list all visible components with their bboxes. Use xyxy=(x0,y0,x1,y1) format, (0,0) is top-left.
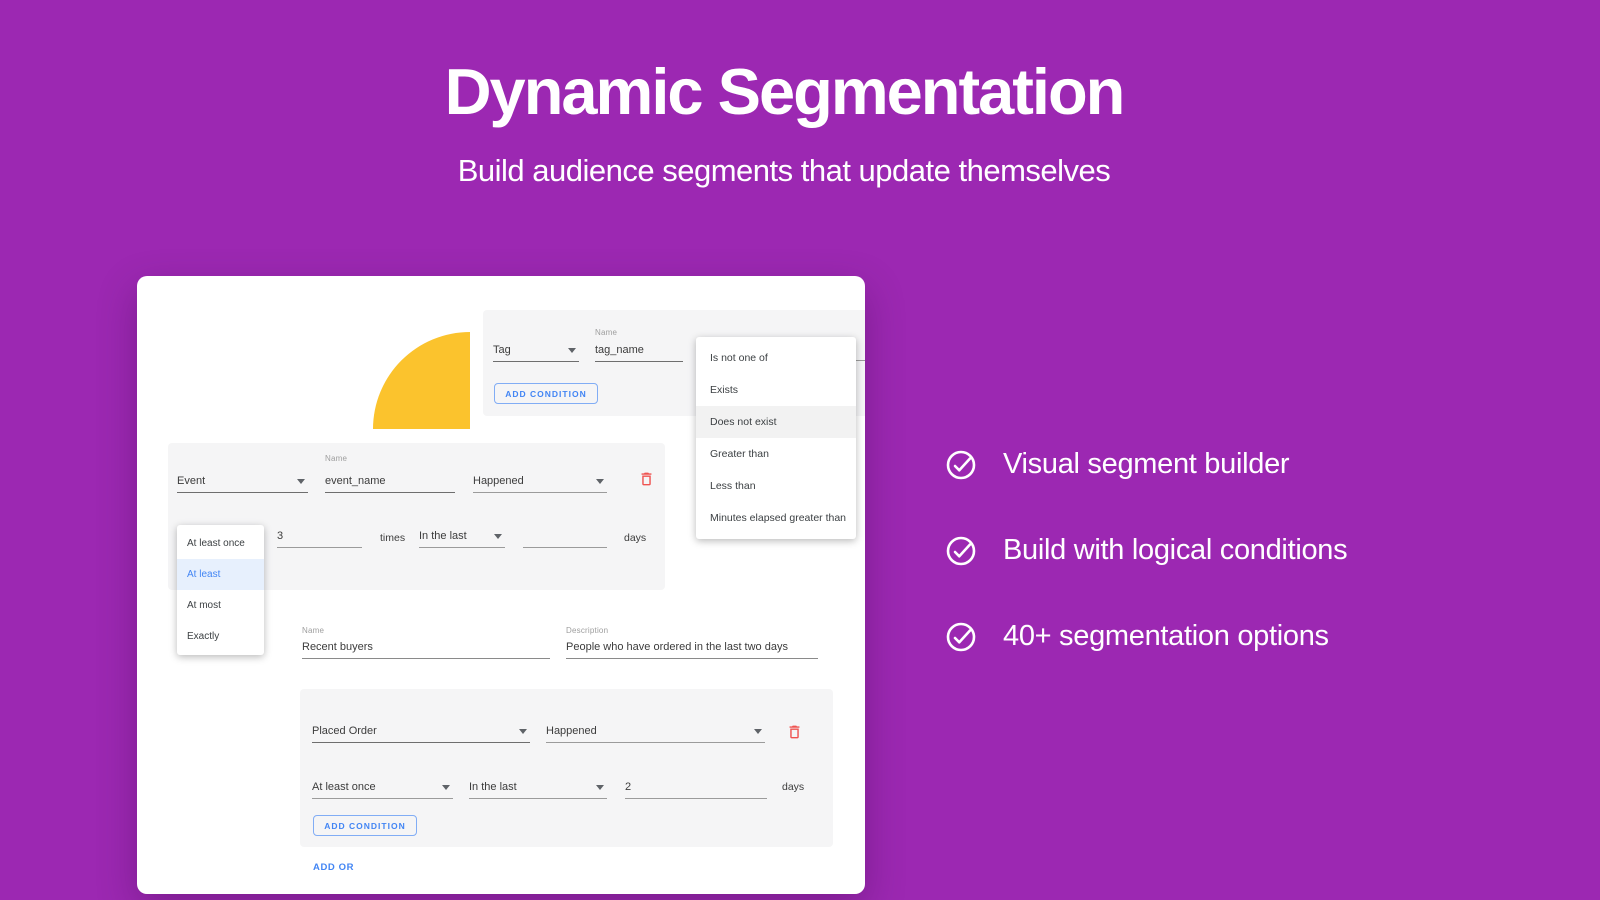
frequency-menu-item[interactable]: At most xyxy=(177,590,264,621)
frequency-menu-item[interactable]: Exactly xyxy=(177,621,264,652)
order-happened-value: Happened xyxy=(546,725,597,738)
event-window-value: In the last xyxy=(419,530,467,543)
delete-condition-icon[interactable] xyxy=(638,470,655,488)
order-window-value: In the last xyxy=(469,781,517,794)
check-circle-icon xyxy=(945,449,977,481)
tag-name-field[interactable]: Name tag_name xyxy=(595,327,683,362)
order-window-select[interactable]: In the last xyxy=(469,760,607,799)
tag-name-field-value: tag_name xyxy=(595,344,644,357)
chevron-down-icon xyxy=(519,729,527,734)
event-name-field[interactable]: Name event_name xyxy=(325,453,455,493)
add-condition-button[interactable]: ADD CONDITION xyxy=(494,383,598,404)
operator-dropdown-menu: Is not one of Exists Does not exist Grea… xyxy=(696,337,856,539)
segment-description-label: Description xyxy=(566,626,608,636)
segment-name-value: Recent buyers xyxy=(302,641,373,654)
segment-name-label: Name xyxy=(302,626,324,636)
chevron-down-icon xyxy=(596,479,604,484)
page-title: Dynamic Segmentation xyxy=(0,56,1568,128)
frequency-dropdown-menu: At least once At least At most Exactly xyxy=(177,525,264,655)
page-subtitle: Build audience segments that update them… xyxy=(0,152,1568,190)
decorative-quarter-circle xyxy=(373,332,470,429)
event-name-field-label: Name xyxy=(325,454,347,464)
order-frequency-value: At least once xyxy=(312,781,376,794)
chevron-down-icon xyxy=(297,479,305,484)
order-happened-select[interactable]: Happened xyxy=(546,703,765,743)
chevron-down-icon xyxy=(568,348,576,353)
event-days-field[interactable] xyxy=(523,518,607,548)
operator-menu-item[interactable]: Does not exist xyxy=(696,406,856,438)
tag-name-field-label: Name xyxy=(595,328,617,338)
order-type-select[interactable]: Placed Order xyxy=(312,703,530,743)
segment-builder-card: Tag Name tag_name ADD CONDITION Is not o… xyxy=(137,276,865,894)
chevron-down-icon xyxy=(494,534,502,539)
event-count-value: 3 xyxy=(277,530,283,543)
event-count-field[interactable]: 3 xyxy=(277,518,362,548)
feature-label: Build with logical conditions xyxy=(1003,534,1347,567)
frequency-menu-item[interactable]: At least once xyxy=(177,528,264,559)
add-condition-button[interactable]: ADD CONDITION xyxy=(313,815,417,836)
add-or-button[interactable]: ADD OR xyxy=(313,862,354,874)
hero-section: Dynamic Segmentation Build audience segm… xyxy=(0,0,1568,190)
feature-item: 40+ segmentation options xyxy=(945,620,1347,653)
feature-label: 40+ segmentation options xyxy=(1003,620,1329,653)
operator-menu-item[interactable]: Is not one of xyxy=(696,342,856,374)
order-frequency-select[interactable]: At least once xyxy=(312,760,453,799)
order-condition-panel: Placed Order Happened At least once In t… xyxy=(300,689,833,847)
chevron-down-icon xyxy=(596,785,604,790)
operator-menu-item[interactable]: Exists xyxy=(696,374,856,406)
chevron-down-icon xyxy=(754,729,762,734)
check-circle-icon xyxy=(945,621,977,653)
times-label: times xyxy=(380,532,405,544)
event-happened-select[interactable]: Happened xyxy=(473,453,607,493)
feature-item: Build with logical conditions xyxy=(945,534,1347,567)
days-label: days xyxy=(782,781,804,793)
tag-type-select[interactable]: Tag xyxy=(493,327,579,362)
event-name-field-value: event_name xyxy=(325,475,386,488)
operator-menu-item[interactable]: Minutes elapsed greater than xyxy=(696,502,856,534)
frequency-menu-item[interactable]: At least xyxy=(177,559,264,590)
event-type-value: Event xyxy=(177,475,205,488)
check-circle-icon xyxy=(945,535,977,567)
order-days-field[interactable]: 2 xyxy=(625,760,767,799)
tag-type-value: Tag xyxy=(493,344,511,357)
days-label: days xyxy=(624,532,646,544)
chevron-down-icon xyxy=(442,785,450,790)
operator-menu-item[interactable]: Greater than xyxy=(696,438,856,470)
order-type-value: Placed Order xyxy=(312,725,377,738)
event-window-select[interactable]: In the last xyxy=(419,518,505,548)
feature-item: Visual segment builder xyxy=(945,448,1347,481)
segment-description-value: People who have ordered in the last two … xyxy=(566,641,788,654)
order-days-value: 2 xyxy=(625,781,631,794)
segment-name-field[interactable]: Name Recent buyers xyxy=(302,624,550,659)
segment-description-field[interactable]: Description People who have ordered in t… xyxy=(566,624,818,659)
operator-menu-item[interactable]: Less than xyxy=(696,470,856,502)
event-type-select[interactable]: Event xyxy=(177,453,308,493)
event-happened-value: Happened xyxy=(473,475,524,488)
feature-label: Visual segment builder xyxy=(1003,448,1289,481)
delete-condition-icon[interactable] xyxy=(786,723,803,741)
feature-list: Visual segment builder Build with logica… xyxy=(945,448,1347,706)
